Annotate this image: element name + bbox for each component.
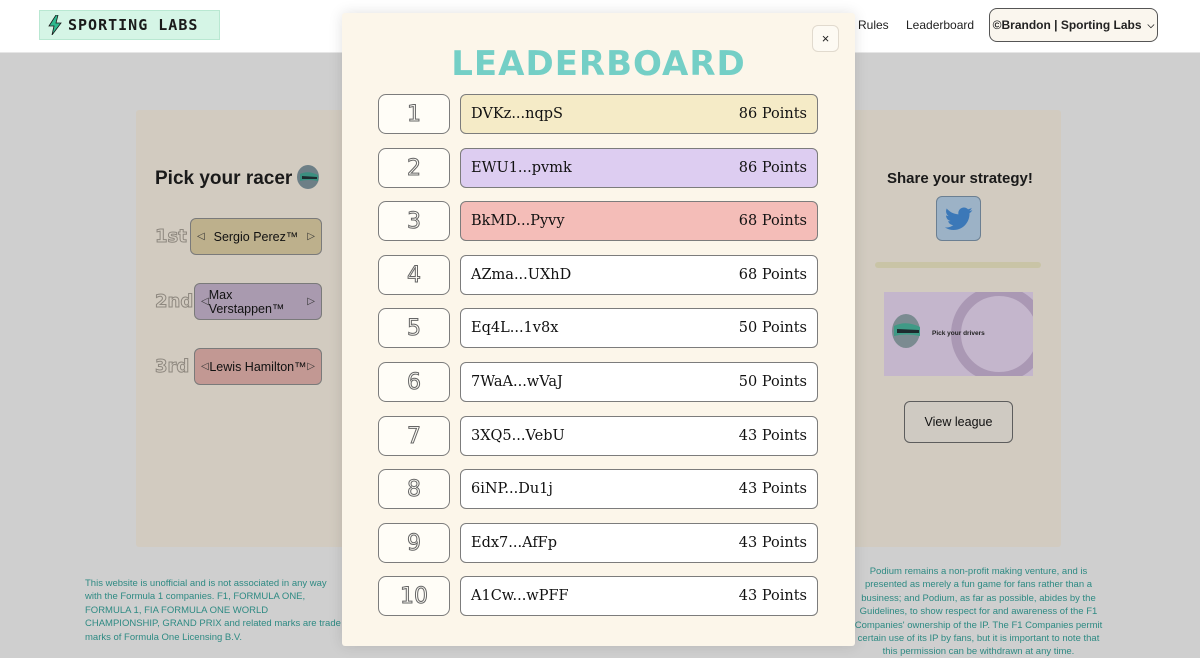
rank-badge: 3: [378, 201, 450, 241]
player-name: 7WaA...wVaJ: [471, 374, 563, 390]
leaderboard-row[interactable]: BkMD...Pyvy 68 Points: [460, 201, 818, 241]
rank-badge: 8: [378, 469, 450, 509]
close-button[interactable]: ×: [812, 25, 839, 52]
player-points: 50 Points: [738, 320, 807, 336]
leaderboard-row[interactable]: 3XQ5...VebU 43 Points: [460, 416, 818, 456]
rank-badge: 5: [378, 308, 450, 348]
driver-name: Lewis Hamilton™: [209, 359, 307, 374]
driver-name: Max Verstappen™: [208, 287, 285, 316]
player-points: 43 Points: [738, 428, 807, 444]
rank-badge: 6: [378, 362, 450, 402]
player-points: 86 Points: [738, 106, 807, 122]
leaderboard-row[interactable]: Edx7...AfFp 43 Points: [460, 523, 818, 563]
player-name: Eq4L...1v8x: [471, 320, 559, 336]
share-strategy-title: Share your strategy!: [887, 170, 1033, 187]
promo-banner: Pick your drivers: [884, 292, 1033, 376]
leaderboard-row[interactable]: A1Cw...wPFF 43 Points: [460, 576, 818, 616]
promo-text: Pick your drivers: [932, 330, 985, 337]
leaderboard-row[interactable]: Eq4L...1v8x 50 Points: [460, 308, 818, 348]
leaderboard-modal: LEADERBOARD × 1 DVKz...nqpS 86 Points 2 EWU1…: [342, 13, 855, 646]
arrow-left-icon[interactable]: ◁: [201, 296, 209, 307]
driver-selector-3rd[interactable]: ◁ Lewis Hamilton™ ▷: [194, 348, 322, 385]
account-dropdown[interactable]: ©Brandon | Sporting Labs ⌵: [989, 8, 1158, 42]
player-points: 68 Points: [738, 267, 807, 283]
lightning-bolt-icon: [48, 15, 62, 35]
place-label-3rd: 3rd: [154, 356, 190, 378]
twitter-share-button[interactable]: [936, 196, 981, 241]
driver-selector-2nd[interactable]: ◁ Max Verstappen™ ▷: [194, 283, 322, 320]
arrow-left-icon[interactable]: ◁: [197, 231, 205, 242]
nav-leaderboard-link[interactable]: Leaderboard: [906, 18, 974, 32]
player-points: 50 Points: [738, 374, 807, 390]
leaderboard-row[interactable]: 7WaA...wVaJ 50 Points: [460, 362, 818, 402]
rank-badge: 7: [378, 416, 450, 456]
player-points: 86 Points: [738, 160, 807, 176]
player-points: 68 Points: [738, 213, 807, 229]
arrow-left-icon[interactable]: ◁: [201, 361, 209, 372]
helmet-icon: [297, 165, 319, 189]
rank-badge: 2: [378, 148, 450, 188]
player-name: BkMD...Pyvy: [471, 213, 565, 229]
disclaimer-left: This website is unofficial and is not as…: [85, 578, 341, 643]
rank-badge: 10: [378, 576, 450, 616]
logo-text: SPORTING LABS: [68, 16, 199, 34]
rank-badge: 1: [378, 94, 450, 134]
arrow-right-icon[interactable]: ▷: [307, 231, 315, 242]
player-points: 43 Points: [738, 481, 807, 497]
disclaimer-right: Podium remains a non-profit making ventu…: [854, 566, 1103, 658]
leaderboard-row[interactable]: DVKz...nqpS 86 Points: [460, 94, 818, 134]
player-name: 6iNP...Du1j: [471, 481, 553, 497]
rank-badge: 9: [378, 523, 450, 563]
place-label-1st: 1st: [155, 226, 188, 248]
sporting-labs-logo[interactable]: SPORTING LABS: [39, 10, 220, 40]
leaderboard-row[interactable]: AZma...UXhD 68 Points: [460, 255, 818, 295]
driver-name: Sergio Perez™: [213, 229, 299, 244]
account-label: ©Brandon | Sporting Labs: [992, 18, 1142, 32]
arrow-right-icon[interactable]: ▷: [307, 296, 315, 307]
player-name: A1Cw...wPFF: [471, 588, 569, 604]
pick-racer-title: Pick your racer: [155, 168, 293, 189]
progress-bar: [875, 262, 1041, 268]
rank-badge: 4: [378, 255, 450, 295]
player-name: Edx7...AfFp: [471, 535, 558, 551]
player-points: 43 Points: [738, 535, 807, 551]
player-name: DVKz...nqpS: [471, 106, 563, 122]
leaderboard-row[interactable]: 6iNP...Du1j 43 Points: [460, 469, 818, 509]
player-name: 3XQ5...VebU: [471, 428, 565, 444]
nav-rules-link[interactable]: Rules: [858, 18, 889, 32]
player-points: 43 Points: [738, 588, 807, 604]
close-icon: ×: [821, 31, 830, 46]
driver-selector-1st[interactable]: ◁ Sergio Perez™ ▷: [190, 218, 322, 255]
place-label-2nd: 2nd: [154, 291, 194, 313]
twitter-bird-icon: [944, 206, 973, 230]
view-league-button[interactable]: View league: [904, 401, 1013, 443]
player-name: EWU1...pvmk: [471, 160, 572, 176]
leaderboard-row[interactable]: EWU1...pvmk 86 Points: [460, 148, 818, 188]
chevron-down-icon: ⌵: [1147, 19, 1155, 30]
helmet-icon: [892, 314, 920, 348]
player-name: AZma...UXhD: [471, 267, 572, 283]
arrow-right-icon[interactable]: ▷: [307, 361, 315, 372]
leaderboard-title: LEADERBOARD: [451, 44, 746, 84]
